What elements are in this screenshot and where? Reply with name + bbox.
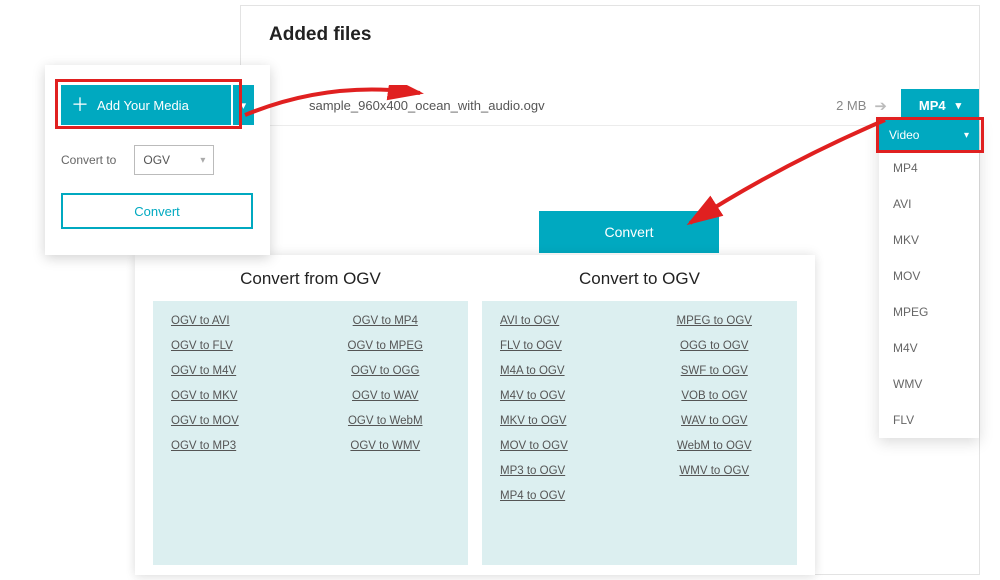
add-media-dropdown[interactable]: ▾ xyxy=(233,85,254,125)
plus-icon: ＋ xyxy=(71,96,89,114)
media-card: ＋ Add Your Media ▾ Convert to OGV ▾ Conv… xyxy=(45,65,270,255)
conversion-link[interactable]: WebM to OGV xyxy=(677,440,752,452)
conversion-link[interactable]: OGV to AVI xyxy=(171,315,230,327)
format-option[interactable]: MPEG xyxy=(879,294,979,330)
convert-button-side[interactable]: Convert xyxy=(61,193,253,229)
convert-from-grid: OGV to AVI OGV to MP4 OGV to FLV OGV to MPE… xyxy=(153,301,468,565)
conversion-link[interactable]: SWF to OGV xyxy=(681,365,748,377)
conversion-link[interactable]: OGV to OGG xyxy=(351,365,419,377)
chevron-down-icon: ▾ xyxy=(964,130,969,141)
format-option[interactable]: MKV xyxy=(879,222,979,258)
convert-from-title: Convert from OGV xyxy=(153,269,468,289)
conversion-link[interactable]: M4A to OGV xyxy=(500,365,565,377)
chevron-down-icon: ▾ xyxy=(956,99,962,112)
chevron-down-icon: ▾ xyxy=(200,155,205,166)
conversion-link[interactable]: OGV to MPEG xyxy=(348,340,423,352)
conversion-link[interactable]: WMV to OGV xyxy=(679,465,749,477)
format-dropdown: Video ▾ MP4AVIMKVMOVMPEGM4VWMVFLV xyxy=(879,120,979,438)
file-name: sample_960x400_ocean_with_audio.ogv xyxy=(309,98,836,113)
conversion-link[interactable]: OGV to WebM xyxy=(348,415,423,427)
chevron-down-icon: ▾ xyxy=(241,99,247,112)
convert-to-title: Convert to OGV xyxy=(482,269,797,289)
add-media-button[interactable]: ＋ Add Your Media xyxy=(61,85,231,125)
format-dropdown-header[interactable]: Video ▾ xyxy=(879,120,979,150)
conversion-link[interactable]: OGV to WMV xyxy=(350,440,420,452)
convert-to-grid: AVI to OGV MPEG to OGV FLV to OGV OGG to OG… xyxy=(482,301,797,565)
format-option[interactable]: MP4 xyxy=(879,150,979,186)
format-option[interactable]: AVI xyxy=(879,186,979,222)
conversion-links-panel: Convert from OGV OGV to AVIOGV to MP4OGV… xyxy=(135,255,815,575)
conversion-link[interactable]: OGV to FLV xyxy=(171,340,233,352)
conversion-link[interactable]: M4V to OGV xyxy=(500,390,565,402)
conversion-link[interactable]: MP4 to OGV xyxy=(500,490,565,502)
conversion-link[interactable]: OGV to WAV xyxy=(352,390,418,402)
conversion-link[interactable]: OGG to OGV xyxy=(680,340,748,352)
format-option[interactable]: M4V xyxy=(879,330,979,366)
convert-to-select[interactable]: OGV ▾ xyxy=(134,145,214,175)
convert-to-label: Convert to xyxy=(61,153,116,167)
conversion-link[interactable]: OGV to MP4 xyxy=(353,315,418,327)
file-row: sample_960x400_ocean_with_audio.ogv 2 MB… xyxy=(241,86,979,126)
conversion-link[interactable]: MOV to OGV xyxy=(500,440,568,452)
conversion-link[interactable]: MP3 to OGV xyxy=(500,465,565,477)
conversion-link[interactable]: OGV to MP3 xyxy=(171,440,236,452)
format-option[interactable]: MOV xyxy=(879,258,979,294)
conversion-link[interactable]: AVI to OGV xyxy=(500,315,559,327)
format-select-label: MP4 xyxy=(919,98,946,113)
conversion-link[interactable]: MKV to OGV xyxy=(500,415,566,427)
format-option[interactable]: FLV xyxy=(879,402,979,438)
conversion-link[interactable]: VOB to OGV xyxy=(681,390,747,402)
format-option[interactable]: WMV xyxy=(879,366,979,402)
format-select-button[interactable]: MP4 ▾ xyxy=(901,89,979,123)
file-size: 2 MB xyxy=(836,98,866,113)
add-media-label: Add Your Media xyxy=(97,98,189,113)
conversion-link[interactable]: OGV to MKV xyxy=(171,390,237,402)
conversion-link[interactable]: MPEG to OGV xyxy=(677,315,752,327)
conversion-link[interactable]: FLV to OGV xyxy=(500,340,562,352)
convert-button-main[interactable]: Convert xyxy=(539,211,719,253)
arrow-right-icon: ➔ xyxy=(874,97,887,115)
added-files-title: Added files xyxy=(241,6,979,46)
conversion-link[interactable]: WAV to OGV xyxy=(681,415,747,427)
conversion-link[interactable]: OGV to MOV xyxy=(171,415,239,427)
conversion-link[interactable]: OGV to M4V xyxy=(171,365,236,377)
convert-to-value: OGV xyxy=(143,153,170,167)
